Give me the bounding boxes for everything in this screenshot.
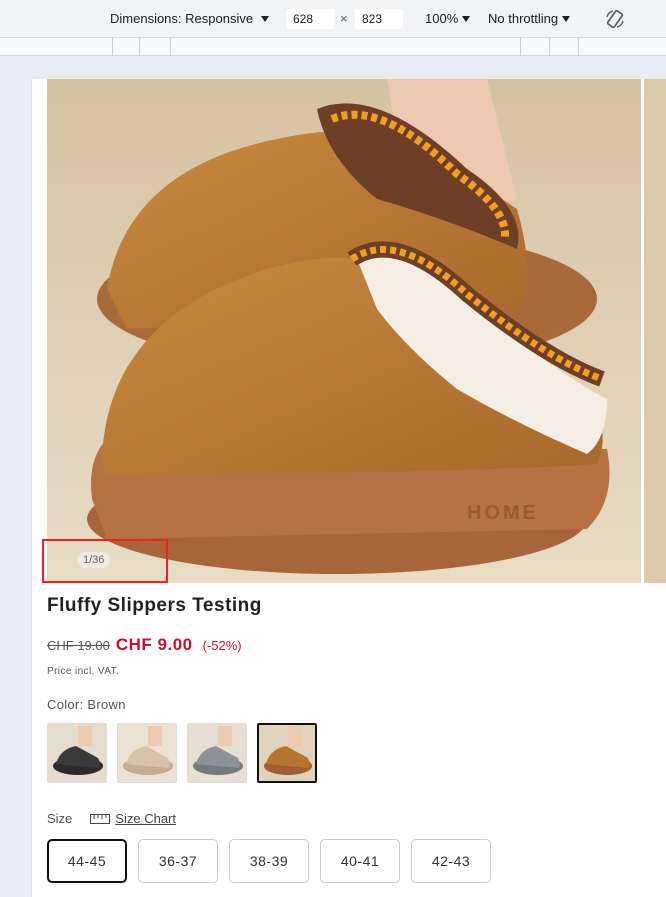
chevron-down-icon [462, 15, 471, 22]
product-title: Fluffy Slippers Testing [47, 595, 262, 616]
zoom-label: 100% [425, 11, 459, 26]
page-viewport: HOME 1/36 Fluffy Slippers Testing CHF 19… [31, 79, 666, 897]
size-row: Size Size Chart [47, 811, 176, 826]
color-label: Color: Brown [47, 697, 126, 712]
size-option-36-37[interactable]: 36-37 [138, 839, 218, 883]
size-chart-label: Size Chart [115, 811, 176, 826]
color-swatch-beige[interactable] [117, 723, 177, 783]
svg-text:HOME: HOME [467, 502, 539, 524]
times-sign: × [340, 11, 348, 26]
size-options: 44-45 36-37 38-39 40-41 42-43 [47, 839, 491, 883]
dimensions-label: Dimensions: Responsive [110, 11, 254, 26]
devtools-toolbar: Dimensions: Responsive × 100% No throttl… [0, 0, 666, 38]
vat-note: Price incl. VAT. [47, 666, 120, 677]
size-label: Size [47, 811, 73, 826]
size-option-40-41[interactable]: 40-41 [320, 839, 400, 883]
sale-price: CHF 9.00 [115, 635, 193, 654]
size-option-38-39[interactable]: 38-39 [229, 839, 309, 883]
chevron-down-icon [261, 15, 270, 22]
color-swatch-brown[interactable] [257, 723, 317, 783]
throttling-dropdown[interactable]: No throttling [488, 11, 571, 26]
old-price: CHF 19.00 [47, 638, 110, 653]
next-image-preview[interactable] [644, 79, 666, 583]
ruler-tick [578, 38, 579, 56]
ruler-tick [549, 38, 550, 56]
price-row: CHF 19.00 CHF 9.00 (-52%) [47, 635, 242, 655]
ruler-icon [90, 813, 111, 824]
color-swatch-grey[interactable] [187, 723, 247, 783]
size-chart-link[interactable]: Size Chart [90, 811, 176, 826]
throttling-label: No throttling [488, 11, 559, 26]
ruler-tick [170, 38, 171, 56]
size-option-42-43[interactable]: 42-43 [411, 839, 491, 883]
zoom-dropdown[interactable]: 100% [425, 11, 471, 26]
color-swatch-black[interactable] [47, 723, 107, 783]
ruler-tick [112, 38, 113, 56]
height-input[interactable] [355, 9, 403, 29]
discount-badge: (-52%) [202, 638, 242, 653]
chevron-down-icon [562, 15, 571, 22]
rotate-device-icon[interactable] [604, 8, 626, 30]
ruler-tick [520, 38, 521, 56]
color-swatches [47, 723, 317, 783]
product-image[interactable]: HOME [47, 79, 641, 583]
gallery-counter: 1/36 [77, 552, 111, 568]
width-input[interactable] [286, 9, 334, 29]
size-option-44-45[interactable]: 44-45 [47, 839, 127, 883]
media-query-ruler [0, 38, 666, 56]
ruler-tick [139, 38, 140, 56]
dimensions-dropdown[interactable]: Dimensions: Responsive [110, 11, 270, 26]
